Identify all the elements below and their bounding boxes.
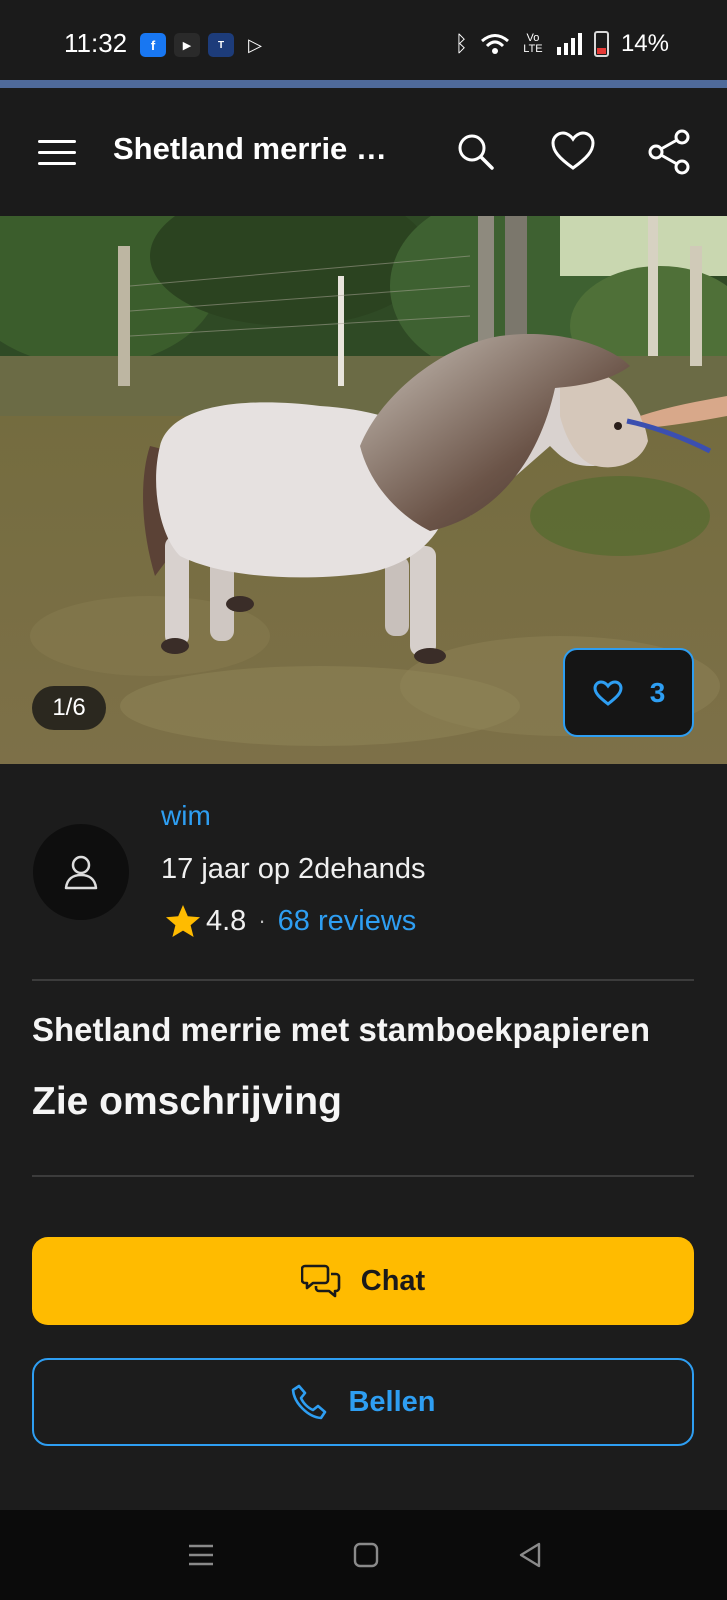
de-tijd-icon: T [208, 33, 234, 57]
photo-counter: 1/6 [32, 686, 106, 730]
favorite-count-button[interactable]: 3 [563, 648, 694, 737]
heart-outline-icon [593, 679, 623, 706]
youtube-icon: ▶ [174, 33, 200, 57]
user-icon [64, 855, 98, 890]
heart-icon[interactable] [549, 128, 597, 176]
bluetooth-icon: ᛒ [454, 31, 468, 56]
notification-icons: f ▶ T ▷ [140, 33, 268, 57]
battery-percent: 14% [620, 30, 669, 57]
seller-avatar[interactable] [33, 824, 129, 920]
seller-name[interactable]: wim [161, 800, 211, 832]
app-bar-title: Shetland merrie met stamboekpapieren [113, 131, 413, 166]
chat-bubbles-icon [300, 1264, 341, 1298]
header-accent-line [0, 80, 727, 88]
chat-button[interactable]: Chat [32, 1237, 694, 1325]
play-store-icon: ▷ [248, 34, 262, 55]
rating-value: 4.8 [206, 904, 247, 937]
phone-icon [292, 1384, 327, 1420]
wifi-icon [480, 34, 509, 54]
battery-icon [593, 31, 609, 57]
reviews-link[interactable]: 68 reviews [278, 905, 417, 938]
rating-separator: · [258, 908, 266, 933]
status-bar: 11:32 f ▶ T ▷ ᛒ Vo LTE 14% [0, 0, 727, 82]
back-icon[interactable] [513, 1538, 547, 1572]
call-button-label: Bellen [348, 1385, 436, 1418]
volte-label: Vo LTE [523, 32, 543, 55]
share-icon[interactable] [646, 128, 694, 176]
listing-title: Shetland merrie met stamboekpapieren [32, 1011, 651, 1048]
listing-price: Zie omschrijving [32, 1080, 342, 1123]
divider [32, 979, 694, 981]
system-navigation-bar [0, 1510, 727, 1600]
call-button[interactable]: Bellen [32, 1358, 694, 1446]
seller-member-since: 17 jaar op 2dehands [161, 853, 426, 885]
recent-apps-icon[interactable] [184, 1538, 218, 1572]
menu-icon[interactable] [38, 140, 76, 166]
signal-icon [556, 33, 582, 55]
favorite-count: 3 [649, 676, 666, 708]
chat-button-label: Chat [360, 1264, 426, 1297]
divider [32, 1175, 694, 1177]
star-icon [166, 905, 200, 937]
app-bar: Shetland merrie met stamboekpapieren [0, 88, 727, 216]
status-time: 11:32 [64, 28, 128, 58]
system-icons: ᛒ Vo LTE 14% [455, 30, 669, 58]
home-icon[interactable] [349, 1538, 383, 1572]
seller-rating: 4.8 · 68 reviews [164, 903, 416, 939]
facebook-icon: f [140, 33, 166, 57]
search-icon[interactable] [452, 128, 500, 176]
